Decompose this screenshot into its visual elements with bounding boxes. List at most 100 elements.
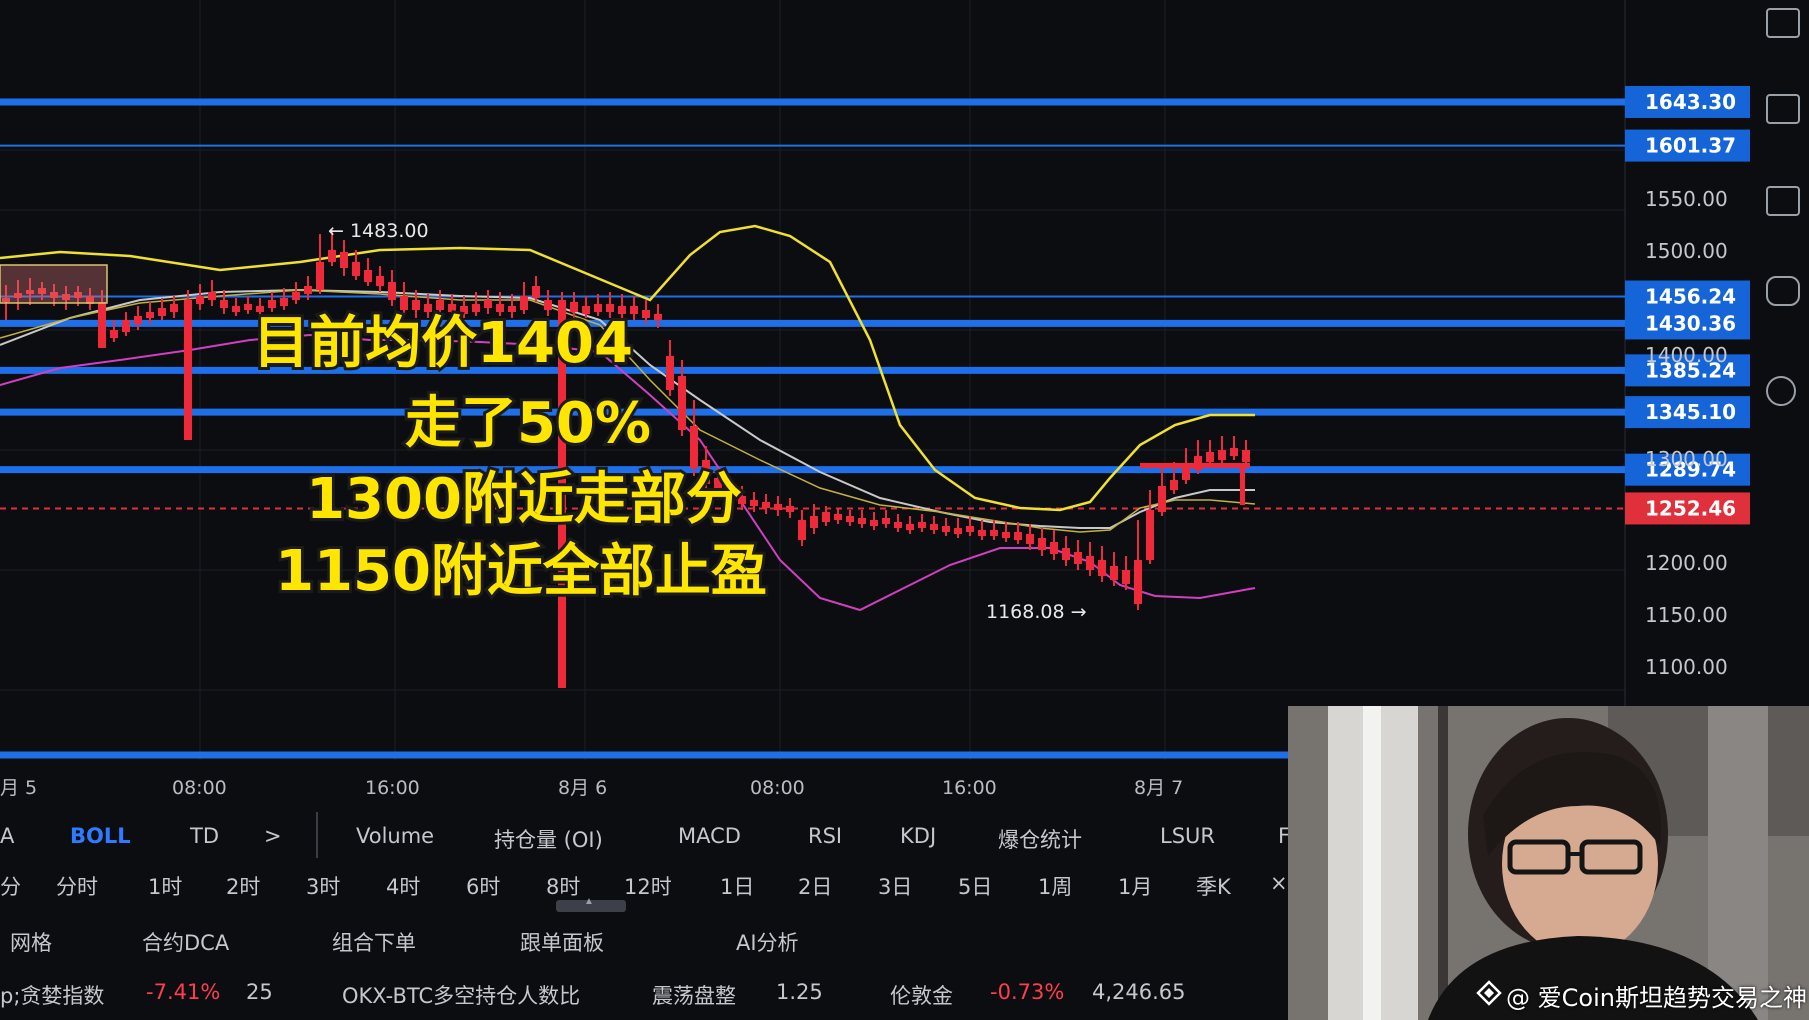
candle-body xyxy=(1230,448,1238,456)
annotation-text-line: 1300附近走部分 xyxy=(306,467,742,532)
london-gold-value: 4,246.65 xyxy=(1092,980,1186,1004)
time-axis-tick: 8月 7 xyxy=(1134,777,1183,799)
timeframe-option[interactable]: 2日 xyxy=(798,871,832,901)
gear-icon[interactable] xyxy=(1766,376,1796,406)
indicator-tab[interactable]: BOLL xyxy=(70,824,131,848)
indicator-tab[interactable]: TD xyxy=(190,824,219,848)
candle-body xyxy=(158,308,166,316)
candle-body xyxy=(678,376,686,430)
candle-body xyxy=(1062,548,1070,560)
tool-button[interactable]: 网格 xyxy=(10,927,52,957)
timeframe-option[interactable]: 2时 xyxy=(226,871,260,901)
indicator-separator xyxy=(316,812,318,858)
panel-resize-handle[interactable] xyxy=(556,896,626,912)
timeframe-option[interactable]: 12时 xyxy=(624,871,672,901)
price-level-label: 1601.37 xyxy=(1645,134,1736,158)
indicator-tab[interactable]: > xyxy=(264,824,282,848)
watermark-text: @ 爱Coin斯坦趋势交易之神 xyxy=(1506,984,1807,1012)
candle-body xyxy=(858,518,866,524)
candle-body xyxy=(520,296,528,310)
chart-grid xyxy=(0,0,1626,760)
webcam-overlay xyxy=(1288,706,1809,1020)
timeframe-option[interactable]: 分 xyxy=(0,871,21,901)
candle-body xyxy=(954,528,962,534)
candle-body xyxy=(834,514,842,520)
robot-icon[interactable] xyxy=(1766,276,1800,306)
candle-body xyxy=(184,300,192,440)
timeframe-option[interactable]: 1时 xyxy=(148,871,182,901)
time-axis-tick: 月 5 xyxy=(0,777,37,799)
timeframe-option[interactable]: 3日 xyxy=(878,871,912,901)
fear-greed-label[interactable]: p;贪婪指数 xyxy=(0,980,104,1010)
time-axis-tick: 16:00 xyxy=(942,777,997,799)
candle-body xyxy=(304,286,312,294)
btc-long-short-value: 1.25 xyxy=(776,980,823,1004)
etf-icon[interactable] xyxy=(1766,186,1800,216)
tool-button[interactable]: 跟单面板 xyxy=(520,927,604,957)
price-scale-tick: 1400.00 xyxy=(1645,343,1728,367)
price-level-label: 1456.24 xyxy=(1645,285,1736,309)
timeframe-option[interactable]: 1周 xyxy=(1038,871,1072,901)
btc-long-short-label[interactable]: OKX-BTC多空持仓人数比 xyxy=(342,980,580,1010)
candle-body xyxy=(642,310,650,318)
timeframe-option[interactable]: 1日 xyxy=(720,871,754,901)
candle-body xyxy=(1098,560,1106,576)
candle-body xyxy=(942,526,950,532)
tool-button[interactable]: AI分析 xyxy=(736,927,799,957)
candle-body xyxy=(110,330,118,338)
chart-settings-icon[interactable] xyxy=(1766,8,1800,38)
candle-body xyxy=(1026,534,1034,544)
candle-body xyxy=(1146,510,1154,560)
timeframe-option[interactable]: 3时 xyxy=(306,871,340,901)
indicator-tab[interactable]: 爆仓统计 xyxy=(998,824,1082,854)
timeframe-option[interactable]: 1月 xyxy=(1118,871,1152,901)
candle-body xyxy=(822,512,830,522)
timeframe-option[interactable]: 季K xyxy=(1196,871,1231,901)
indicator-tab[interactable]: RSI xyxy=(808,824,842,848)
timeframe-option[interactable]: 5日 xyxy=(958,871,992,901)
candle-body xyxy=(196,296,204,304)
indicator-tab[interactable]: LSUR xyxy=(1160,824,1215,848)
indicator-tab[interactable]: 持仓量 (OI) xyxy=(494,824,603,854)
candle-body xyxy=(798,520,806,540)
timeframe-option[interactable]: × xyxy=(1270,871,1288,895)
candle-body xyxy=(870,520,878,526)
candle-body xyxy=(170,304,178,312)
annotation-overlay: 目前均价1404 走了50% 1300附近走部分 1150附近全部止盈 xyxy=(250,308,770,607)
candle-body xyxy=(990,530,998,536)
timeframe-option[interactable]: 4时 xyxy=(386,871,420,901)
price-scale-tick: 1300.00 xyxy=(1645,447,1728,471)
time-axis-tick: 08:00 xyxy=(750,777,805,799)
candle-body xyxy=(966,526,974,532)
indicator-tab[interactable]: KDJ xyxy=(900,824,936,848)
candle-body xyxy=(376,276,384,286)
candle-body xyxy=(654,314,662,320)
price-scale-tick: 1500.00 xyxy=(1645,239,1728,263)
fear-greed-change: -7.41% xyxy=(146,980,221,1004)
tool-button[interactable]: 组合下单 xyxy=(332,927,416,957)
price-chart[interactable]: 目前均价1404 走了50% 1300附近走部分 1150附近全部止盈 1643.30… xyxy=(0,0,1809,800)
candle-body xyxy=(484,300,492,308)
indicator-icon[interactable] xyxy=(1766,94,1800,124)
price-level-lines[interactable] xyxy=(0,98,1625,510)
time-axis: 月 5 08:00 16:00 8月 6 08:00 16:00 8月 7 xyxy=(0,777,1183,799)
indicator-tab[interactable]: A xyxy=(0,824,14,848)
london-gold-label[interactable]: 伦敦金 xyxy=(890,980,953,1010)
timeframe-option[interactable]: 6时 xyxy=(466,871,500,901)
right-toolbar xyxy=(1752,0,1809,706)
candle-body xyxy=(98,302,106,348)
candle-body xyxy=(232,306,240,312)
low-price-label: 1168.08 → xyxy=(986,601,1087,623)
price-scale-tick: 1200.00 xyxy=(1645,551,1728,575)
tool-button[interactable]: 合约DCA xyxy=(142,927,229,957)
timeframe-option[interactable]: 8时 xyxy=(546,871,580,901)
price-level-label: 1345.10 xyxy=(1645,400,1736,424)
tools-bar: 网格 合约DCA 组合下单 跟单面板 AI分析 xyxy=(0,921,1290,957)
indicator-tab[interactable]: MACD xyxy=(678,824,741,848)
timeframe-option[interactable]: 分时 xyxy=(56,871,98,901)
ticker-bar: p;贪婪指数 -7.41% 25 OKX-BTC多空持仓人数比 震荡盘整 1.2… xyxy=(0,974,1290,1010)
candle-body xyxy=(388,282,396,300)
price-level-label: 1643.30 xyxy=(1645,90,1736,114)
candle-body xyxy=(762,502,770,508)
indicator-tab[interactable]: Volume xyxy=(356,824,434,848)
